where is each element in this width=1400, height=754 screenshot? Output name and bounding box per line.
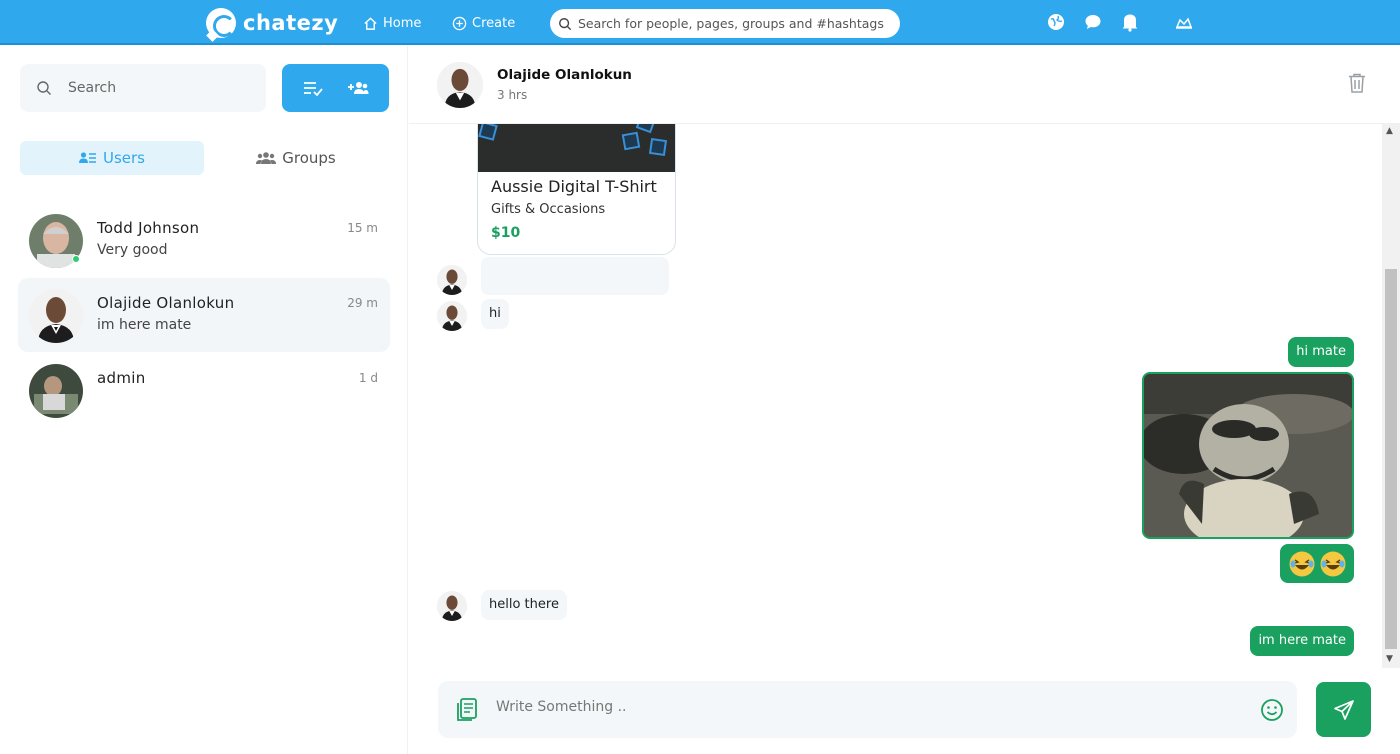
outgoing-message-bubble: im here mate bbox=[1250, 626, 1354, 656]
group-icon bbox=[256, 152, 277, 164]
scroll-up-arrow[interactable]: ▲ bbox=[1386, 126, 1393, 136]
add-group-button[interactable] bbox=[341, 71, 375, 105]
trash-icon bbox=[1349, 73, 1365, 93]
smiley-icon bbox=[1261, 699, 1283, 721]
top-navbar: chatezy Home Create bbox=[0, 0, 1400, 45]
globe-icon[interactable] bbox=[1046, 12, 1066, 32]
app-logo[interactable]: chatezy bbox=[206, 7, 338, 39]
message-list: Aussie Digital T-Shirt Gifts & Occasions… bbox=[409, 124, 1400, 710]
conversation-time: 1 d bbox=[358, 371, 378, 385]
incoming-message-bubble: hi bbox=[481, 299, 509, 329]
conversation-search-input[interactable] bbox=[68, 80, 248, 96]
mark-all-read-button[interactable] bbox=[296, 71, 330, 105]
chat-contact-status: 3 hrs bbox=[497, 88, 528, 102]
nav-create-label: Create bbox=[472, 15, 516, 31]
conversation-item-admin[interactable]: admin 1 d bbox=[18, 353, 390, 427]
conversation-item-olajide-olanlokun[interactable]: Olajide Olanlokun im here mate 29 m bbox=[18, 278, 390, 352]
nav-home-link[interactable]: Home bbox=[363, 13, 421, 33]
chat-window: Olajide Olanlokun 3 hrs Aussie Digital T… bbox=[409, 45, 1400, 754]
list-check-icon bbox=[303, 82, 323, 96]
incoming-message-bubble: hello there bbox=[481, 590, 567, 620]
delete-conversation-button[interactable] bbox=[1347, 72, 1367, 98]
conversation-name: Olajide Olanlokun bbox=[97, 294, 235, 312]
users-list-icon bbox=[78, 152, 96, 163]
app-name: chatezy bbox=[243, 11, 339, 35]
user-avatar-icon[interactable] bbox=[1174, 12, 1194, 32]
conversation-time: 15 m bbox=[347, 221, 378, 235]
document-attach-icon bbox=[457, 698, 477, 721]
conversation-name: Todd Johnson bbox=[97, 219, 200, 237]
search-icon bbox=[559, 17, 572, 30]
product-price: $10 bbox=[491, 225, 521, 241]
outgoing-message-bubble: hi mate bbox=[1288, 337, 1354, 367]
product-card[interactable]: Aussie Digital T-Shirt Gifts & Occasions… bbox=[477, 124, 676, 255]
plus-circle-icon bbox=[452, 16, 467, 30]
send-message-button[interactable] bbox=[1316, 682, 1371, 737]
avatar bbox=[437, 265, 467, 295]
product-image bbox=[478, 124, 675, 172]
search-icon bbox=[37, 81, 51, 95]
conversations-panel: Users Groups Todd Johnson Very good 15 m… bbox=[0, 45, 408, 754]
message-input[interactable] bbox=[496, 699, 1196, 715]
chat-header: Olajide Olanlokun 3 hrs bbox=[409, 45, 1400, 124]
avatar[interactable] bbox=[437, 62, 483, 108]
laughing-emoji-icon bbox=[1289, 551, 1314, 576]
outgoing-emoji-message bbox=[1280, 544, 1354, 583]
global-search-bar bbox=[550, 9, 900, 38]
conversation-search bbox=[20, 64, 266, 112]
tab-users-label: Users bbox=[102, 149, 145, 167]
conversation-preview: Very good bbox=[97, 242, 168, 258]
sent-image-message[interactable] bbox=[1142, 372, 1354, 539]
avatar bbox=[437, 301, 467, 331]
attach-file-button[interactable] bbox=[455, 697, 479, 727]
send-icon bbox=[1333, 699, 1354, 720]
conversation-name: admin bbox=[97, 369, 146, 387]
emoji-picker-button[interactable] bbox=[1260, 698, 1284, 726]
avatar bbox=[29, 289, 83, 343]
laughing-emoji-icon bbox=[1320, 551, 1345, 576]
incoming-message-bubble bbox=[481, 257, 669, 295]
global-search-input[interactable] bbox=[578, 16, 888, 31]
product-category: Gifts & Occasions bbox=[491, 202, 606, 217]
chat-bubble-logo-icon bbox=[206, 8, 236, 38]
message-composer bbox=[438, 681, 1297, 738]
add-group-icon bbox=[348, 82, 369, 94]
scrollbar-thumb[interactable] bbox=[1385, 269, 1397, 649]
product-title: Aussie Digital T-Shirt bbox=[491, 177, 657, 196]
home-icon bbox=[364, 16, 377, 30]
notification-bell-icon[interactable] bbox=[1120, 12, 1140, 32]
nav-home-label: Home bbox=[383, 15, 422, 31]
online-status-indicator bbox=[72, 255, 80, 263]
sidebar-actions bbox=[282, 64, 389, 112]
avatar bbox=[29, 364, 83, 418]
tab-groups[interactable]: Groups bbox=[204, 141, 388, 175]
conversation-time: 29 m bbox=[347, 296, 378, 310]
chat-bubble-icon[interactable] bbox=[1083, 12, 1103, 32]
message-list-scrollbar[interactable]: ▲ ▼ bbox=[1382, 124, 1400, 668]
scroll-down-arrow[interactable]: ▼ bbox=[1386, 654, 1393, 664]
tab-users[interactable]: Users bbox=[20, 141, 204, 175]
conversation-item-todd-johnson[interactable]: Todd Johnson Very good 15 m bbox=[18, 203, 390, 277]
tab-groups-label: Groups bbox=[282, 149, 336, 167]
conversation-preview: im here mate bbox=[97, 317, 192, 333]
chat-contact-name[interactable]: Olajide Olanlokun bbox=[497, 67, 632, 83]
nav-create-link[interactable]: Create bbox=[452, 13, 515, 33]
avatar bbox=[437, 591, 467, 621]
